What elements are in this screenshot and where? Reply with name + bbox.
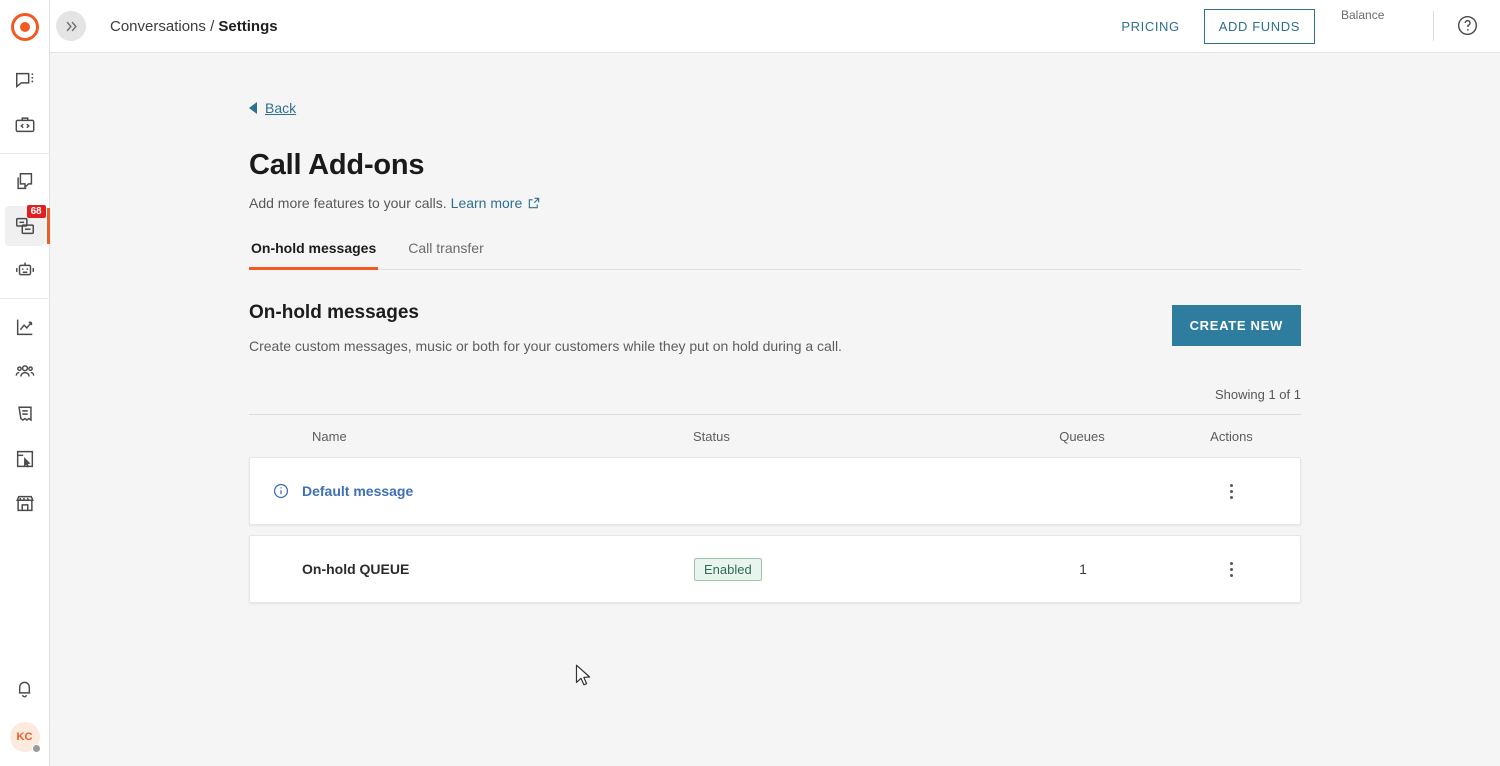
row-name-cell: Default message — [250, 482, 694, 500]
info-icon[interactable] — [272, 482, 290, 500]
campaigns-icon[interactable] — [5, 162, 45, 202]
kebab-menu-icon[interactable] — [1221, 558, 1243, 580]
sidebar-item-inbox[interactable]: 68 — [5, 206, 45, 246]
analytics-icon[interactable] — [5, 307, 45, 347]
avatar[interactable]: KC — [10, 722, 40, 752]
table-header-row: Name Status Queues Actions — [249, 415, 1301, 457]
bell-icon[interactable] — [5, 668, 45, 708]
bots-icon[interactable] — [5, 250, 45, 290]
create-new-button[interactable]: CREATE NEW — [1172, 305, 1301, 346]
showing-count: Showing 1 of 1 — [249, 387, 1301, 402]
top-bar-divider — [1433, 11, 1434, 41]
knowledge-icon[interactable] — [5, 395, 45, 435]
chevron-double-right-icon[interactable] — [56, 11, 86, 41]
back-label: Back — [265, 100, 296, 116]
breadcrumb-separator: / — [210, 18, 214, 35]
row-name-cell: On-hold QUEUE — [250, 561, 694, 577]
rail-group-1 — [0, 53, 50, 153]
section-header: On-hold messages Create custom messages,… — [249, 302, 1301, 354]
row-actions-cell — [1163, 558, 1300, 580]
breadcrumb-current: Settings — [218, 18, 277, 35]
rail-bottom: KC — [5, 666, 45, 766]
column-header-actions: Actions — [1162, 429, 1301, 444]
back-arrow-icon — [249, 102, 257, 114]
kebab-menu-icon[interactable] — [1221, 480, 1243, 502]
logo-ring-icon — [11, 13, 39, 41]
conversations-icon[interactable] — [5, 61, 45, 101]
back-link[interactable]: Back — [249, 100, 296, 116]
section-title: On-hold messages — [249, 302, 1172, 324]
marketplace-icon[interactable] — [5, 483, 45, 523]
learn-more-link[interactable]: Learn more — [451, 195, 523, 211]
external-link-icon[interactable] — [527, 196, 541, 210]
mouse-cursor — [575, 664, 593, 688]
app-logo[interactable] — [0, 0, 50, 53]
add-funds-button[interactable]: ADD FUNDS — [1204, 9, 1315, 44]
left-nav-rail: 68 — [0, 0, 50, 766]
breadcrumb-parent[interactable]: Conversations — [110, 18, 206, 35]
rail-group-2: 68 — [0, 153, 50, 298]
table-row[interactable]: On-hold QUEUE Enabled 1 — [249, 535, 1301, 603]
developer-icon[interactable] — [5, 105, 45, 145]
help-circle-icon[interactable] — [1456, 14, 1480, 38]
row-status-cell: Enabled — [694, 558, 1003, 581]
logo-dot-icon — [20, 22, 30, 32]
content-area: Back Call Add-ons Add more features to y… — [50, 53, 1500, 766]
breadcrumb: Conversations / Settings — [110, 18, 278, 35]
avatar-initials: KC — [17, 731, 33, 743]
page-container: Back Call Add-ons Add more features to y… — [249, 53, 1301, 603]
row-queues-cell: 1 — [1003, 561, 1163, 577]
page-subtitle-text: Add more features to your calls. — [249, 195, 447, 211]
row-name-link[interactable]: Default message — [302, 483, 413, 499]
page-subtitle: Add more features to your calls. Learn m… — [249, 195, 1301, 211]
column-header-name: Name — [249, 429, 693, 444]
tab-call-transfer[interactable]: Call transfer — [406, 240, 485, 270]
pricing-link[interactable]: PRICING — [1121, 19, 1179, 34]
main-column: Conversations / Settings PRICING ADD FUN… — [50, 0, 1500, 766]
tab-on-hold-messages[interactable]: On-hold messages — [249, 240, 378, 270]
status-badge: Enabled — [694, 558, 762, 581]
flows-icon[interactable] — [5, 439, 45, 479]
inbox-unread-badge: 68 — [27, 205, 46, 218]
table-row[interactable]: Default message — [249, 457, 1301, 525]
app-root: 68 — [0, 0, 1500, 766]
contacts-icon[interactable] — [5, 351, 45, 391]
avatar-status-dot — [32, 744, 41, 753]
rail-group-3 — [0, 298, 50, 531]
row-actions-cell — [1163, 480, 1300, 502]
balance-block: Balance — [1341, 0, 1419, 22]
page-title: Call Add-ons — [249, 149, 1301, 182]
tab-bar: On-hold messages Call transfer — [249, 239, 1301, 270]
column-header-status: Status — [693, 429, 1002, 444]
column-header-queues: Queues — [1002, 429, 1162, 444]
balance-label: Balance — [1341, 8, 1419, 22]
top-bar: Conversations / Settings PRICING ADD FUN… — [50, 0, 1500, 53]
section-description: Create custom messages, music or both fo… — [249, 338, 1172, 354]
section-texts: On-hold messages Create custom messages,… — [249, 302, 1172, 354]
row-name-text: On-hold QUEUE — [272, 561, 409, 577]
